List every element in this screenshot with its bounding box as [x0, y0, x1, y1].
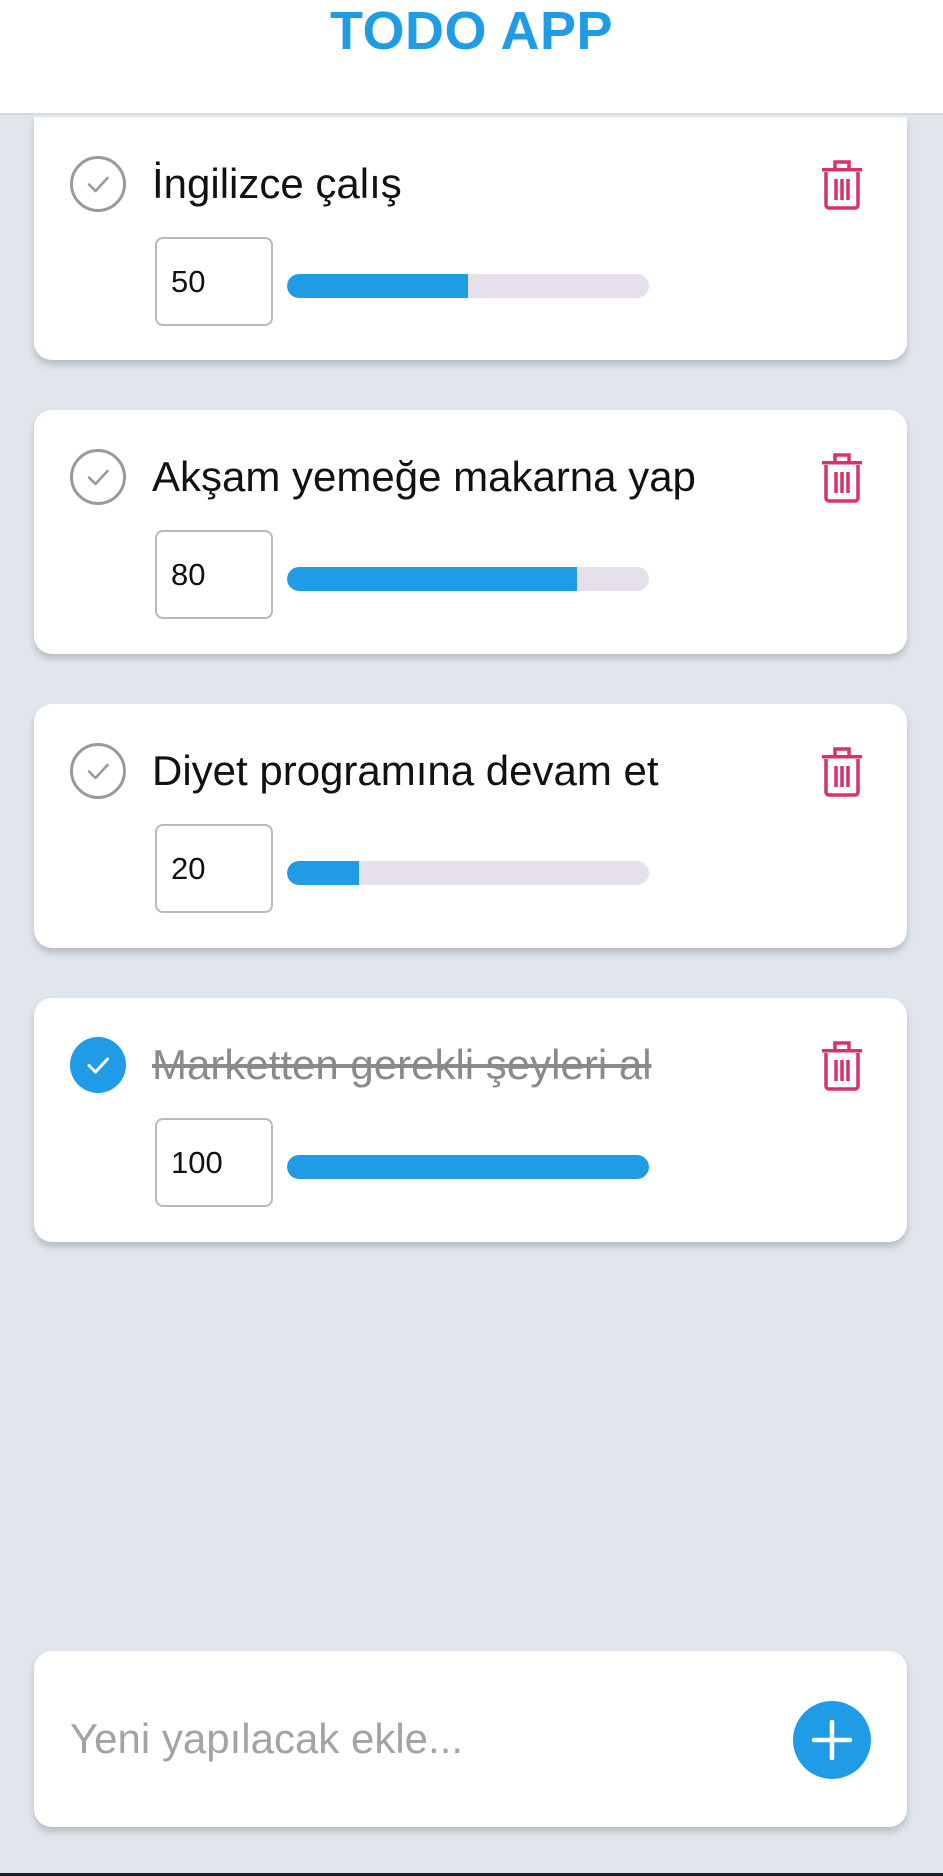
todo-text: Diyet programına devam et: [152, 747, 659, 794]
todo-item: Diyet programına devam et: [34, 704, 907, 948]
progress-bar: [287, 861, 649, 885]
add-todo-form: [34, 1651, 907, 1827]
add-todo-button[interactable]: [793, 1701, 871, 1779]
complete-toggle[interactable]: [70, 743, 126, 799]
delete-button[interactable]: [817, 743, 867, 797]
progress-input[interactable]: [155, 1118, 273, 1207]
trash-icon: [822, 160, 862, 210]
progress-bar: [287, 567, 649, 591]
check-icon: [87, 1057, 109, 1074]
delete-button[interactable]: [817, 1037, 867, 1091]
todo-item: Akşam yemeğe makarna yap: [34, 410, 907, 654]
check-icon: [87, 763, 109, 780]
todo-list: İngilizce çalış Akşam yemeğe makarna yap: [34, 117, 907, 1292]
progress-bar: [287, 1155, 649, 1179]
progress-input[interactable]: [155, 530, 273, 619]
progress-bar-fill: [287, 567, 577, 591]
todo-item: İngilizce çalış: [34, 117, 907, 360]
todo-text: İngilizce çalış: [152, 160, 402, 207]
plus-icon: [811, 1719, 853, 1761]
todo-text: Marketten gerekli şeyleri al: [152, 1041, 652, 1088]
trash-icon: [822, 453, 862, 503]
check-icon: [87, 176, 109, 193]
complete-toggle[interactable]: [70, 1037, 126, 1093]
progress-bar-fill: [287, 861, 360, 885]
progress-input[interactable]: [155, 824, 273, 913]
progress-bar-fill: [287, 274, 468, 298]
app-title: TODO APP: [329, 1, 614, 61]
delete-button[interactable]: [817, 156, 867, 210]
todo-item: Marketten gerekli şeyleri al: [34, 998, 907, 1242]
progress-bar: [287, 274, 649, 298]
new-todo-input[interactable]: [70, 1699, 760, 1779]
app-header: TODO APP: [0, 0, 943, 115]
progress-bar-fill: [287, 1155, 649, 1179]
complete-toggle[interactable]: [70, 156, 126, 212]
todo-text: Akşam yemeğe makarna yap: [152, 453, 696, 500]
complete-toggle[interactable]: [70, 449, 126, 505]
check-icon: [87, 469, 109, 486]
trash-icon: [822, 1041, 862, 1091]
trash-icon: [822, 747, 862, 797]
delete-button[interactable]: [817, 449, 867, 503]
progress-input[interactable]: [155, 237, 273, 326]
